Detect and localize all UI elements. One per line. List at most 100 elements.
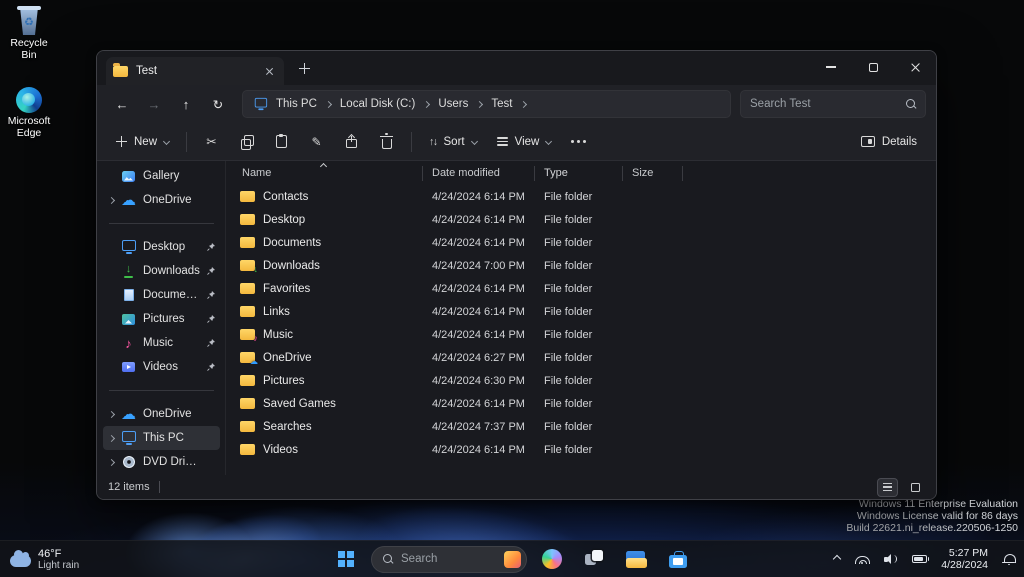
desktop-icon-recycle-bin[interactable]: ♻ Recycle Bin xyxy=(2,6,56,61)
desktop-icon-microsoft-edge[interactable]: Microsoft Edge xyxy=(2,87,56,139)
cut-button[interactable] xyxy=(195,127,228,157)
pictures-icon xyxy=(120,311,137,327)
sidebar-item[interactable]: DVD Drive (D:) C xyxy=(103,450,220,474)
share-button[interactable] xyxy=(335,127,368,157)
breadcrumb-chevron-icon[interactable] xyxy=(475,102,484,107)
file-row[interactable]: Videos 4/24/2024 6:14 PM File folder xyxy=(229,438,936,461)
sidebar-item[interactable]: Pictures xyxy=(103,307,220,331)
sidebar-item[interactable]: Desktop xyxy=(103,235,220,259)
sidebar-item[interactable]: Gallery xyxy=(103,164,220,188)
column-header-type[interactable]: Type xyxy=(535,166,623,181)
details-pane-button[interactable]: Details xyxy=(852,127,926,157)
file-row[interactable]: Downloads 4/24/2024 7:00 PM File folder xyxy=(229,254,936,277)
network-button[interactable] xyxy=(852,544,872,574)
maximize-icon xyxy=(869,63,878,72)
watermark-line: Build 22621.ni_release.220506-1250 xyxy=(846,522,1018,534)
forward-button[interactable] xyxy=(139,90,169,118)
expand-chevron-icon[interactable] xyxy=(108,434,115,441)
expand-chevron-icon[interactable] xyxy=(108,196,115,203)
file-row[interactable]: Favorites 4/24/2024 6:14 PM File folder xyxy=(229,277,936,300)
delete-button[interactable] xyxy=(370,127,403,157)
file-name: Desktop xyxy=(263,214,305,226)
column-header-size[interactable]: Size xyxy=(623,166,683,181)
breadcrumb-chevron-icon[interactable] xyxy=(324,102,333,107)
paste-button[interactable] xyxy=(265,127,298,157)
column-header-date-modified[interactable]: Date modified xyxy=(423,166,535,181)
file-row[interactable]: Contacts 4/24/2024 6:14 PM File folder xyxy=(229,185,936,208)
file-row[interactable]: OneDrive 4/24/2024 6:27 PM File folder xyxy=(229,346,936,369)
expand-chevron-icon[interactable] xyxy=(108,458,115,465)
clock[interactable]: 5:27 PM 4/28/2024 xyxy=(939,547,990,572)
volume-button[interactable] xyxy=(882,544,900,574)
column-header-name[interactable]: Name xyxy=(229,166,423,181)
breadcrumb-segment[interactable]: This PC xyxy=(272,96,321,112)
refresh-button[interactable] xyxy=(203,90,233,118)
close-window-button[interactable] xyxy=(894,51,936,83)
copilot-button[interactable] xyxy=(535,543,569,575)
back-button[interactable] xyxy=(107,90,137,118)
weather-icon xyxy=(10,555,31,567)
explorer-tab[interactable]: Test xyxy=(106,57,284,85)
rename-button[interactable] xyxy=(300,127,333,157)
file-name: Documents xyxy=(263,237,321,249)
toolbar-separator xyxy=(186,132,187,152)
sidebar-item[interactable]: OneDrive xyxy=(103,402,220,426)
file-row[interactable]: Saved Games 4/24/2024 6:14 PM File folde… xyxy=(229,392,936,415)
navigation-bar: This PC Local Disk (C:) Users Test xyxy=(97,85,936,123)
file-row[interactable]: Links 4/24/2024 6:14 PM File folder xyxy=(229,300,936,323)
explorer-search-input[interactable] xyxy=(750,98,900,110)
expand-chevron-icon[interactable] xyxy=(108,410,115,417)
file-explorer-icon xyxy=(626,551,647,568)
store-button[interactable] xyxy=(661,543,695,575)
sort-button[interactable]: Sort xyxy=(420,127,486,157)
new-button[interactable]: New xyxy=(107,127,178,157)
widgets-button[interactable]: 46°F Light rain xyxy=(10,541,79,577)
file-row[interactable]: Documents 4/24/2024 6:14 PM File folder xyxy=(229,231,936,254)
breadcrumb-segment[interactable]: Test xyxy=(487,96,516,112)
minimize-button[interactable] xyxy=(810,51,852,83)
new-tab-button[interactable] xyxy=(292,56,316,80)
more-options-button[interactable] xyxy=(562,127,595,157)
desktop-icon-label: Microsoft Edge xyxy=(2,116,56,139)
search-highlights-icon[interactable] xyxy=(504,551,521,568)
hidden-icons-button[interactable] xyxy=(832,544,842,574)
file-row[interactable]: Searches 4/24/2024 7:37 PM File folder xyxy=(229,415,936,438)
sidebar-item[interactable]: Music xyxy=(103,331,220,355)
file-date-modified: 4/24/2024 7:37 PM xyxy=(423,421,535,433)
copy-button[interactable] xyxy=(230,127,263,157)
file-row[interactable]: Music 4/24/2024 6:14 PM File folder xyxy=(229,323,936,346)
file-explorer-button[interactable] xyxy=(619,543,653,575)
details-label: Details xyxy=(882,136,917,148)
sidebar-item[interactable]: OneDrive xyxy=(103,188,220,212)
task-view-button[interactable] xyxy=(577,543,611,575)
start-button[interactable] xyxy=(329,543,363,575)
file-row[interactable]: Desktop 4/24/2024 6:14 PM File folder xyxy=(229,208,936,231)
tab-close-button[interactable] xyxy=(261,63,277,79)
plus-icon xyxy=(299,63,310,74)
file-type: File folder xyxy=(535,191,623,203)
large-icons-view-toggle[interactable] xyxy=(906,479,925,496)
up-button[interactable] xyxy=(171,90,201,118)
sidebar-item[interactable]: Downloads xyxy=(103,259,220,283)
breadcrumb-segment[interactable]: Users xyxy=(434,96,472,112)
maximize-button[interactable] xyxy=(852,51,894,83)
breadcrumb-chevron-icon[interactable] xyxy=(519,102,528,107)
file-type: File folder xyxy=(535,375,623,387)
breadcrumb-chevron-icon[interactable] xyxy=(422,102,431,107)
address-bar[interactable]: This PC Local Disk (C:) Users Test xyxy=(242,90,731,118)
view-button[interactable]: View xyxy=(488,127,561,157)
sidebar-item[interactable]: Documents xyxy=(103,283,220,307)
search-icon xyxy=(383,554,393,564)
sidebar-item[interactable]: This PC xyxy=(103,426,220,450)
battery-button[interactable] xyxy=(910,544,929,574)
file-name: Links xyxy=(263,306,290,318)
details-view-toggle[interactable] xyxy=(878,479,897,496)
taskbar-search[interactable] xyxy=(371,546,527,573)
explorer-search[interactable] xyxy=(740,90,926,118)
taskbar-search-input[interactable] xyxy=(401,553,496,565)
breadcrumb-segment[interactable]: Local Disk (C:) xyxy=(336,96,419,112)
file-row[interactable]: Pictures 4/24/2024 6:30 PM File folder xyxy=(229,369,936,392)
notifications-button[interactable] xyxy=(1000,544,1017,574)
command-bar: New Sort View Det xyxy=(97,123,936,161)
sidebar-item[interactable]: Videos xyxy=(103,355,220,379)
